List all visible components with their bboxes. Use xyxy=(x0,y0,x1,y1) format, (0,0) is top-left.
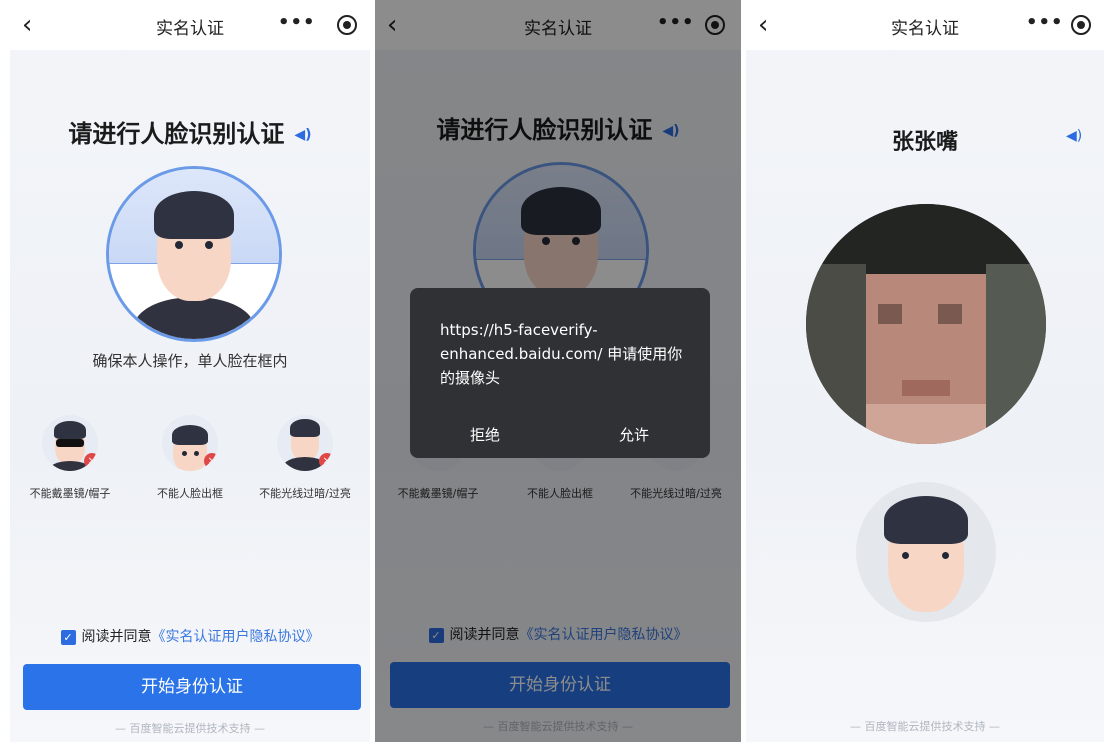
permission-message: https://h5-faceverify-enhanced.baidu.com… xyxy=(440,321,683,387)
nav-bar: ‹ 实名认证 ••• xyxy=(10,0,370,50)
preview-pixel xyxy=(866,404,986,444)
portrait-eye xyxy=(175,241,183,249)
tip-item: × 不能光线过暗/过亮 xyxy=(250,415,360,501)
tip-item: × 不能人脸出框 xyxy=(135,415,245,501)
agree-checkbox[interactable]: ✓ xyxy=(60,629,76,645)
portrait-eye xyxy=(205,241,213,249)
preview-pixel xyxy=(986,264,1046,444)
page-title: 实名认证 xyxy=(156,19,224,39)
face-out-of-frame-icon: × xyxy=(162,415,218,471)
agree-text: 阅读并同意 xyxy=(81,629,152,645)
tip-label: 不能光线过暗/过亮 xyxy=(259,487,351,500)
footer-credit: — 百度智能云提供技术支持 — xyxy=(850,720,1000,733)
instruction-caption: 确保本人操作，单人脸在框内 xyxy=(92,352,288,370)
preview-pixel xyxy=(938,304,962,324)
error-badge-icon: × xyxy=(84,453,98,469)
speaker-icon[interactable]: ◀) xyxy=(294,127,311,143)
tip-label: 不能戴墨镜/帽子 xyxy=(29,487,111,500)
face-frame xyxy=(106,166,282,342)
error-badge-icon: × xyxy=(204,453,218,469)
action-prompt: 张张嘴 xyxy=(746,124,1104,156)
tip-label: 不能人脸出框 xyxy=(157,487,223,500)
avatar-hair xyxy=(884,496,968,544)
portrait-body xyxy=(134,297,254,339)
footer-credit: — 百度智能云提供技术支持 — xyxy=(115,722,265,735)
camera-permission-screen: ‹ 实名认证 ••• 请进行人脸识别认证 ◀) 不能戴墨镜/帽子 不能人脸出框 不… xyxy=(375,0,741,742)
avatar-eye xyxy=(902,552,909,559)
allow-button[interactable]: 允许 xyxy=(619,424,649,445)
portrait-hair xyxy=(154,191,234,239)
action-prompt-text: 张张嘴 xyxy=(891,130,958,155)
tip-eye xyxy=(194,451,199,456)
lighting-face-icon: × xyxy=(277,415,333,471)
ellipsis-icon[interactable]: ••• xyxy=(278,12,316,33)
tip-hair xyxy=(172,425,208,445)
tip-hair xyxy=(54,421,86,439)
error-badge-icon: × xyxy=(319,453,333,469)
face-verify-heading: 请进行人脸识别认证 ◀) xyxy=(10,114,370,149)
record-icon[interactable] xyxy=(337,15,357,35)
tip-item: × 不能戴墨镜/帽子 xyxy=(15,415,125,501)
tip-eye xyxy=(182,451,187,456)
ellipsis-icon[interactable]: ••• xyxy=(1026,12,1064,33)
preview-pixel xyxy=(902,380,950,396)
heading-text: 请进行人脸识别认证 xyxy=(68,120,285,148)
preview-pixel xyxy=(878,304,902,324)
deny-button[interactable]: 拒绝 xyxy=(470,424,500,445)
speaker-icon[interactable]: ◀) xyxy=(1066,128,1082,144)
privacy-agreement-link[interactable]: 《实名认证用户隐私协议》 xyxy=(152,629,320,645)
nav-bar: ‹ 实名认证 ••• xyxy=(746,0,1104,50)
avatar-eye xyxy=(942,552,949,559)
tip-hair xyxy=(290,419,320,437)
sunglasses xyxy=(56,439,84,447)
face-capture-screen: ‹ 实名认证 ••• 张张嘴 ◀) — 百度智能云提供技术支持 — xyxy=(746,0,1104,742)
intro-screen: ‹ 实名认证 ••• 请进行人脸识别认证 ◀) 确保本人操作，单人脸在框内 × 不… xyxy=(10,0,370,742)
sunglasses-face-icon: × xyxy=(42,415,98,471)
camera-permission-dialog: https://h5-faceverify-enhanced.baidu.com… xyxy=(410,288,710,458)
start-verification-button[interactable]: 开始身份认证 xyxy=(23,664,361,710)
record-icon[interactable] xyxy=(1071,15,1091,35)
preview-pixel xyxy=(806,264,866,444)
reference-avatar xyxy=(856,482,996,622)
agreement-row: ✓ 阅读并同意《实名认证用户隐私协议》 xyxy=(10,626,370,646)
live-camera-preview xyxy=(806,204,1046,444)
